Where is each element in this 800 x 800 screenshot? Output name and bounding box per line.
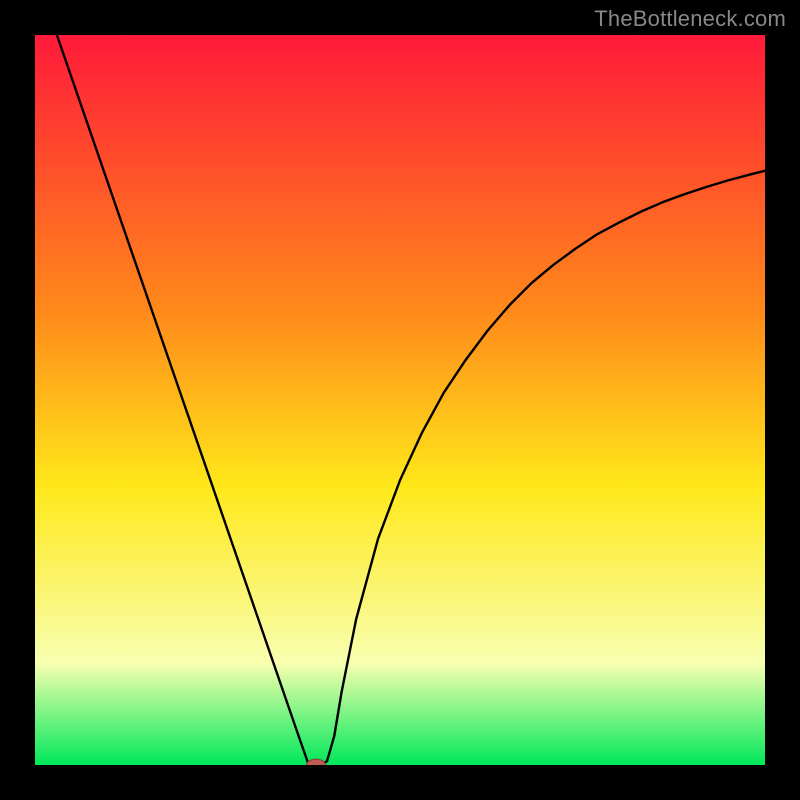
chart-svg <box>35 35 765 765</box>
gradient-background <box>35 35 765 765</box>
plot-area <box>35 35 765 765</box>
watermark-text: TheBottleneck.com <box>594 6 786 32</box>
chart-frame: TheBottleneck.com <box>0 0 800 800</box>
